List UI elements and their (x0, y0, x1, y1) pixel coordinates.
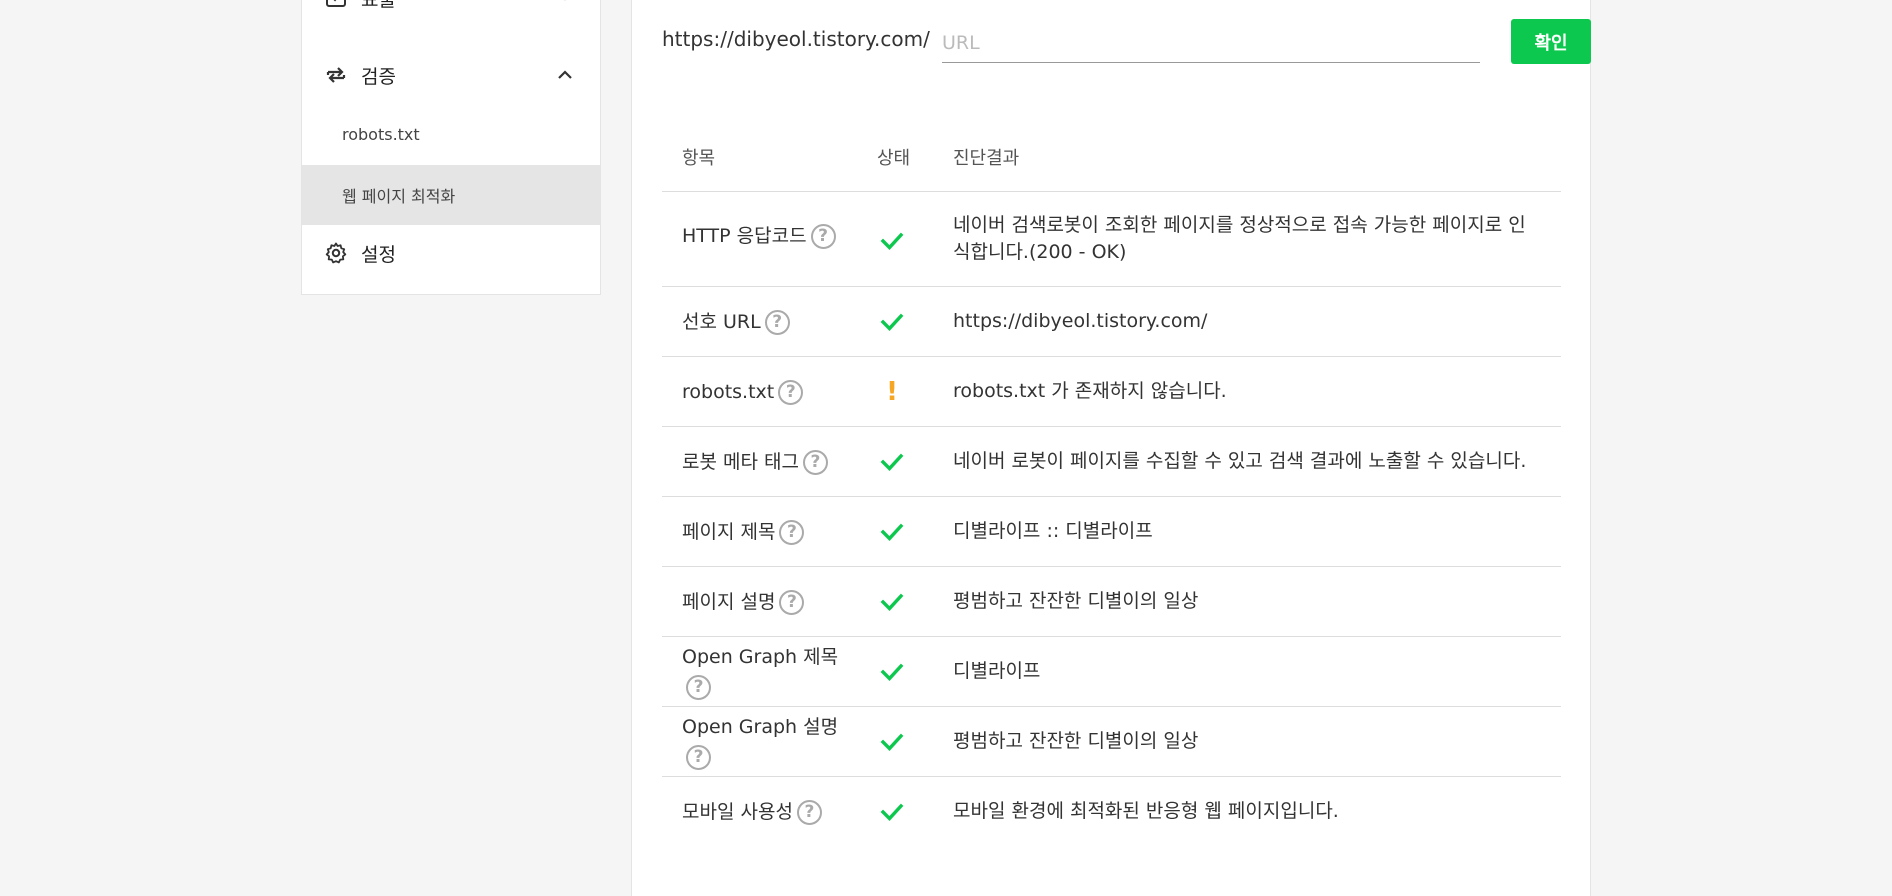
row-item-label: robots.txt (682, 381, 775, 403)
row-result: 모바일 환경에 최적화된 반응형 웹 페이지입니다. (953, 800, 1339, 822)
table-row: 로봇 메타 태그? 네이버 로봇이 페이지를 수집할 수 있고 검색 결과에 노출… (662, 427, 1561, 497)
row-item: robots.txt? (682, 377, 852, 407)
table-row: robots.txt?! robots.txt 가 존재하지 않습니다. (662, 357, 1561, 427)
header-result: 진단결과 (953, 148, 1020, 169)
row-item-label: 페이지 제목 (682, 521, 776, 543)
row-result: 평범하고 잔잔한 디별이의 일상 (953, 730, 1199, 752)
row-result: 네이버 검색로봇이 조회한 페이지를 정상적으로 접속 가능한 페이지로 인식합… (953, 214, 1526, 263)
url-prefix: https://dibyeol.tistory.com/ (662, 27, 930, 51)
help-icon[interactable]: ? (802, 450, 828, 475)
help-icon[interactable]: ? (779, 590, 805, 615)
row-item-label: 선호 URL (682, 311, 761, 333)
check-icon (880, 453, 904, 471)
help-icon[interactable]: ? (796, 800, 822, 825)
sidebar-item-label: 설정 (361, 244, 396, 266)
row-result: 디별라이프 :: 디별라이프 (953, 520, 1153, 542)
table-row: 모바일 사용성? 모바일 환경에 최적화된 반응형 웹 페이지입니다. (662, 777, 1561, 847)
url-input[interactable] (942, 23, 1480, 63)
header-status: 상태 (877, 148, 911, 169)
table-row: 선호 URL? https://dibyeol.tistory.com/ (662, 287, 1561, 357)
row-status (877, 447, 907, 477)
row-item-label: Open Graph 제목 (682, 646, 839, 668)
row-item: Open Graph 설명? (682, 712, 852, 772)
header-item: 항목 (682, 148, 716, 169)
row-item: 로봇 메타 태그? (682, 447, 852, 477)
row-status: ! (877, 377, 907, 407)
check-icon (880, 803, 904, 821)
row-status (877, 657, 907, 687)
row-item-label: 로봇 메타 태그 (682, 451, 799, 473)
sidebar-item-label: 검증 (361, 66, 396, 88)
help-icon[interactable]: ? (810, 224, 836, 249)
row-item-label: Open Graph 설명 (682, 716, 839, 738)
help-icon[interactable]: ? (778, 380, 804, 405)
sidebar-subitem-robots[interactable]: robots.txt (302, 104, 600, 164)
sidebar-item-display[interactable]: 표출 (302, 0, 600, 19)
row-status (877, 727, 907, 757)
row-item: 모바일 사용성? (682, 797, 852, 827)
main-panel: https://dibyeol.tistory.com/ 확인 항목 상태 진단… (631, 0, 1591, 896)
table-row: 페이지 제목? 디별라이프 :: 디별라이프 (662, 497, 1561, 567)
row-status (877, 307, 907, 337)
table-row: Open Graph 제목? 디별라이프 (662, 637, 1561, 707)
row-status (877, 517, 907, 547)
swap-arrows-icon (326, 67, 346, 83)
row-item-label: HTTP 응답코드 (682, 225, 807, 247)
chevron-down-icon (564, 0, 566, 1)
row-result: 디별라이프 (953, 660, 1041, 682)
table-header: 항목 상태 진단결과 (662, 123, 1561, 192)
sidebar-item-verification[interactable]: 검증 (302, 56, 600, 94)
row-item: 페이지 제목? (682, 517, 852, 547)
row-result: https://dibyeol.tistory.com/ (953, 310, 1208, 332)
chevron-up-icon[interactable] (556, 66, 574, 84)
sidebar-subitem-web-optimization[interactable]: 웹 페이지 최적화 (302, 165, 600, 225)
row-item-label: 모바일 사용성 (682, 801, 793, 823)
sidebar: 표출 검증 robots.txt 웹 페이지 최적화 설정 (301, 0, 601, 295)
sidebar-subitem-label: robots.txt (342, 124, 420, 144)
sidebar-item-label: 표출 (361, 0, 396, 11)
sidebar-item-settings[interactable]: 설정 (302, 234, 600, 272)
row-item: 페이지 설명? (682, 587, 852, 617)
help-icon[interactable]: ? (764, 310, 790, 335)
check-icon (880, 733, 904, 751)
row-status (877, 226, 907, 256)
check-icon (880, 523, 904, 541)
table-row: 페이지 설명? 평범하고 잔잔한 디별이의 일상 (662, 567, 1561, 637)
row-status (877, 587, 907, 617)
row-result: 평범하고 잔잔한 디별이의 일상 (953, 590, 1199, 612)
row-item: 선호 URL? (682, 307, 852, 337)
gear-icon (325, 242, 347, 264)
table-row: Open Graph 설명? 평범하고 잔잔한 디별이의 일상 (662, 707, 1561, 777)
warning-icon: ! (886, 377, 898, 407)
confirm-button[interactable]: 확인 (1511, 19, 1591, 64)
help-icon[interactable]: ? (686, 675, 711, 700)
url-check-form: https://dibyeol.tistory.com/ 확인 (662, 19, 1591, 75)
row-item: Open Graph 제목? (682, 642, 852, 702)
help-icon[interactable]: ? (686, 745, 711, 770)
row-result: 네이버 로봇이 페이지를 수집할 수 있고 검색 결과에 노출할 수 있습니다. (953, 450, 1527, 472)
check-icon (880, 232, 904, 250)
sidebar-subitem-label: 웹 페이지 최적화 (342, 187, 456, 206)
row-result: robots.txt 가 존재하지 않습니다. (953, 380, 1227, 402)
check-icon (880, 663, 904, 681)
checklist-icon (326, 0, 346, 7)
help-icon[interactable]: ? (779, 520, 805, 545)
row-item: HTTP 응답코드? (682, 221, 852, 251)
table-row: HTTP 응답코드? 네이버 검색로봇이 조회한 페이지를 정상적으로 접속 가능… (662, 192, 1561, 287)
diagnosis-table: 항목 상태 진단결과 HTTP 응답코드? 네이버 검색로봇이 조회한 페이지를 … (662, 123, 1561, 847)
check-icon (880, 593, 904, 611)
row-status (877, 797, 907, 827)
row-item-label: 페이지 설명 (682, 591, 776, 613)
check-icon (880, 313, 904, 331)
